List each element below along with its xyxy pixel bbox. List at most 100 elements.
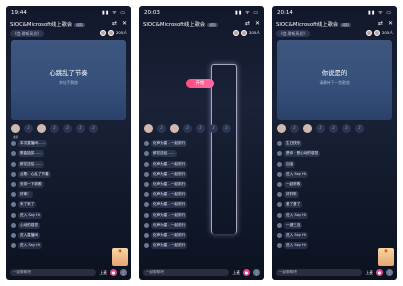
mic-icon: ♪	[53, 126, 56, 131]
chat-text: 歌曲抽奖……	[18, 150, 44, 158]
mic-icon: ♪	[225, 126, 228, 131]
mic-seat[interactable]: ♪	[24, 124, 33, 133]
song-subtitle: 请静待下一首歌曲	[319, 80, 350, 85]
avatar	[144, 171, 149, 177]
mic-seat[interactable]: ♪	[63, 124, 72, 133]
mic-seat[interactable]: ♪	[342, 124, 351, 133]
avatar	[11, 202, 16, 208]
viewer-count[interactable]: 205人	[365, 30, 393, 36]
mic-seat-host[interactable]	[277, 124, 286, 133]
room-title-text: SIOC&Microsoft线上歌会	[10, 21, 73, 28]
avatar	[144, 232, 149, 238]
avatar	[277, 202, 282, 208]
topic-pill[interactable]: 《会-聆听风光》	[276, 29, 310, 37]
chat-message: 鲜花送给……	[11, 159, 101, 169]
grid-icon[interactable]: ⋮	[253, 269, 260, 276]
chat-text: 化声为星 - 一起前行	[151, 221, 188, 229]
phone-screen-2: 20:03 ▮▮ ᯤ ▭ SIOC&Microsoft线上歌会 组队 ⇄ ✕ 20…	[139, 6, 264, 280]
mic-seat[interactable]: ♪	[89, 124, 98, 133]
avatar	[144, 222, 149, 228]
close-icon[interactable]: ✕	[122, 20, 127, 27]
gift-icon[interactable]: 🎁	[112, 248, 128, 266]
chat-text: 爱了爱了	[284, 201, 303, 209]
avatar	[107, 30, 114, 36]
mic-icon[interactable]: ●	[110, 269, 117, 276]
mic-seat[interactable]: ♪	[183, 124, 192, 133]
close-icon[interactable]: ✕	[255, 20, 260, 27]
chat-text: 心动的感觉	[18, 221, 40, 229]
go-on-stage-button[interactable]: 上麦	[99, 270, 107, 276]
mic-seat[interactable]: ♪	[157, 124, 166, 133]
chat-text: 鲜花送给……	[151, 150, 177, 158]
viewer-count-text: 205人	[115, 30, 127, 35]
mic-seat-occupied[interactable]	[37, 124, 46, 133]
chat-input[interactable]: 一起聊聊吧	[276, 269, 363, 276]
mic-icon: ♪	[186, 126, 189, 131]
mic-seat[interactable]: ♪	[76, 124, 85, 133]
mic-icon[interactable]: ●	[243, 269, 250, 276]
chat-text: 进入直播间	[18, 231, 40, 239]
mic-seat[interactable]: ♪	[222, 124, 231, 133]
go-on-stage-button[interactable]: 上麦	[232, 270, 240, 276]
avatar	[144, 161, 149, 167]
chat-input[interactable]: 一起聊聊吧	[10, 269, 97, 276]
chat-text: 进入 Say Hi	[284, 242, 308, 250]
chat-text: 进入 Say Hi	[18, 211, 42, 219]
mic-icon[interactable]: ●	[376, 269, 383, 276]
avatar	[277, 222, 282, 228]
start-button[interactable]: 开始	[186, 79, 214, 88]
gift-icon[interactable]: 🎁	[378, 248, 394, 266]
share-icon[interactable]: ⇄	[112, 20, 117, 27]
chat-message: 本次直播间……	[11, 139, 101, 149]
grid-icon[interactable]: ⋮	[386, 269, 393, 276]
status-bar: 20:14 ▮▮ ᯤ ▭	[277, 9, 392, 17]
room-header: SIOC&Microsoft线上歌会 组队 ⇄ ✕	[276, 19, 393, 28]
viewer-count[interactable]: 205人	[232, 30, 260, 36]
avatar	[277, 182, 282, 188]
avatar	[144, 212, 149, 218]
chat-list: 本次直播间…… 歌曲抽奖…… 鲜花送给…… 点歌：心乱了节奏 安排一下新歌 好耶…	[11, 139, 101, 251]
mic-seat[interactable]: ♪	[196, 124, 205, 133]
mic-seat[interactable]: ♪	[209, 124, 218, 133]
room-subbar: 205人	[143, 29, 260, 37]
mic-seat[interactable]: ♪	[50, 124, 59, 133]
avatar	[373, 30, 380, 36]
mic-seat-occupied[interactable]	[303, 124, 312, 133]
avatar	[144, 202, 149, 208]
chat-list: 化声为星 - 一起前行 鲜花送给…… 化声为星 - 一起前行 化声为星 - 一起…	[144, 139, 234, 251]
chat-message: 进入 Say Hi	[277, 170, 367, 180]
avatar	[277, 161, 282, 167]
viewer-count-text: 205人	[248, 30, 260, 35]
chat-text: 化声为星 - 一起前行	[151, 140, 188, 148]
chat-text: 加油	[284, 160, 296, 168]
close-icon[interactable]: ✕	[388, 20, 393, 27]
avatar	[11, 151, 16, 157]
go-on-stage-button[interactable]: 上麦	[365, 270, 373, 276]
screenshot-collage: 19:44 ▮▮ ᯤ ▭ SIOC&Microsoft线上歌会 组队 ⇄ ✕ 《会…	[0, 0, 403, 286]
share-icon[interactable]: ⇄	[378, 20, 383, 27]
mic-seat[interactable]: ♪	[355, 124, 364, 133]
status-time: 19:44	[11, 10, 27, 16]
mic-seat[interactable]: ♪	[316, 124, 325, 133]
mic-seat[interactable]: ♪	[329, 124, 338, 133]
topic-pill[interactable]: 《会-聆听风光》	[10, 29, 44, 37]
mic-seat-occupied[interactable]	[170, 124, 179, 133]
mic-icon: ♪	[199, 126, 202, 131]
bottom-bar: 一起聊聊吧 上麦 ● ⋮	[10, 268, 127, 277]
bottom-bar: 一起聊聊吧 上麦 ● ⋮	[276, 268, 393, 277]
chat-text: 本次直播间……	[18, 140, 48, 148]
room-subbar: 《会-聆听风光》 205人	[276, 29, 393, 37]
status-time: 20:14	[277, 10, 293, 16]
mic-icon: ♪	[212, 126, 215, 131]
chat-message: 进入 Say Hi	[11, 241, 101, 251]
mic-seat[interactable]: ♪	[290, 124, 299, 133]
mic-seat-host[interactable]: 主持	[11, 124, 20, 139]
grid-icon[interactable]: ⋮	[120, 269, 127, 276]
share-icon[interactable]: ⇄	[245, 20, 250, 27]
mic-seat-host[interactable]	[144, 124, 153, 133]
room-badge: 组队	[340, 22, 352, 27]
chat-input[interactable]: 一起聊聊吧	[143, 269, 230, 276]
chat-text: 化声为星 - 一起前行	[151, 211, 188, 219]
chat-text: 进入 Say Hi	[284, 211, 308, 219]
viewer-count[interactable]: 205人	[99, 30, 127, 36]
